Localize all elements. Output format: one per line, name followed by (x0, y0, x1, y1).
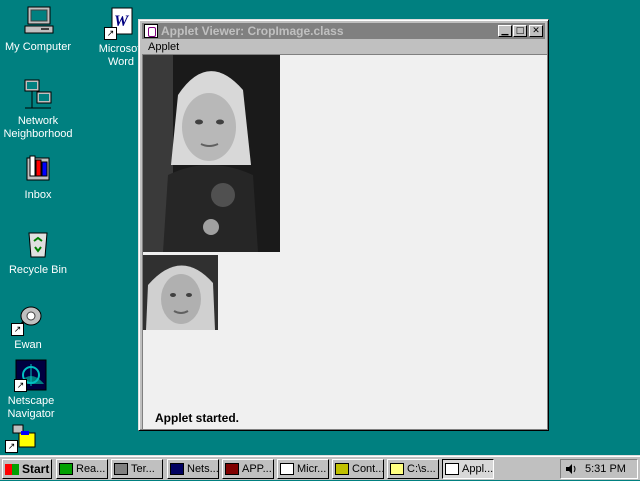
desktop-icon-partial[interactable]: ↗ (2, 423, 42, 456)
desktop-icon-network-neighborhood[interactable]: Network Neighborhood (0, 78, 76, 141)
taskbar: Start Rea... Ter... Nets... APP... Micr.… (0, 455, 640, 480)
maximize-icon: □ (515, 26, 525, 36)
desktop-icon-netscape-navigator[interactable]: ↗ Netscape Navigator (0, 358, 69, 421)
desktop-icon-label: Recycle Bin (8, 264, 68, 276)
taskbar-button-label: APP... (242, 463, 272, 475)
system-tray: 5:31 PM (560, 459, 638, 479)
taskbar-button-label: Appl... (462, 463, 494, 475)
taskbar-button-control-panel[interactable]: Cont... (332, 459, 384, 479)
recycle-bin-icon (21, 227, 55, 261)
close-icon: ✕ (532, 26, 540, 36)
computer-icon (21, 4, 55, 38)
applet-area: Applet started. (142, 54, 547, 429)
speaker-icon[interactable] (565, 463, 577, 475)
applet-viewer-window[interactable]: Applet Viewer: CropImage.class ▁ □ ✕ App… (138, 19, 549, 431)
start-button[interactable]: Start (2, 459, 52, 479)
reader-icon (59, 463, 73, 475)
taskbar-button-microsoft-word[interactable]: Micr... (277, 459, 329, 479)
minimize-button[interactable]: ▁ (498, 25, 512, 37)
desktop-icon-label: My Computer (4, 41, 72, 53)
full-image (143, 55, 280, 252)
taskbar-button-label: Ter... (131, 463, 155, 475)
folder-icon (390, 463, 404, 475)
terminal-icon (114, 463, 128, 475)
app-icon (225, 463, 239, 475)
taskbar-button-folder[interactable]: C:\s... (387, 459, 439, 479)
java-small-icon (445, 463, 459, 475)
window-titlebar[interactable]: Applet Viewer: CropImage.class ▁ □ ✕ (142, 23, 545, 39)
cropped-image (143, 255, 218, 330)
netscape-icon: ↗ (14, 358, 48, 392)
inbox-icon (21, 152, 55, 186)
folder-shortcut-icon: ↗ (5, 423, 39, 453)
desktop-icon-my-computer[interactable]: My Computer (0, 4, 76, 54)
desktop-icon-label: Network Neighborhood (3, 115, 73, 140)
taskbar-button-netscape[interactable]: Nets... (167, 459, 219, 479)
word-small-icon (280, 463, 294, 475)
girl-photo-image (143, 55, 280, 252)
netscape-small-icon (170, 463, 184, 475)
taskbar-button-reader[interactable]: Rea... (56, 459, 108, 479)
taskbar-button-terminal[interactable]: Ter... (111, 459, 163, 479)
shortcut-arrow-icon: ↗ (5, 440, 18, 453)
desktop-icon-label: Netscape Navigator (7, 395, 55, 420)
shortcut-arrow-icon: ↗ (104, 27, 117, 40)
menu-bar: Applet (142, 40, 545, 54)
network-icon (21, 78, 55, 112)
applet-status: Applet started. (155, 411, 240, 425)
close-button[interactable]: ✕ (529, 25, 543, 37)
desktop-icon-ewan[interactable]: ↗ Ewan (0, 302, 66, 352)
taskbar-button-applet[interactable]: Appl... (442, 459, 494, 479)
minimize-icon: ▁ (501, 26, 509, 36)
taskbar-button-label: Nets... (187, 463, 219, 475)
taskbar-button-label: Micr... (297, 463, 327, 475)
word-icon: W ↗ (104, 6, 138, 40)
desktop-icon-recycle-bin[interactable]: Recycle Bin (0, 227, 76, 277)
menu-applet[interactable]: Applet (148, 41, 179, 53)
shortcut-arrow-icon: ↗ (14, 379, 27, 392)
desktop-icon-label: Inbox (24, 189, 52, 201)
maximize-button[interactable]: □ (513, 25, 527, 37)
desktop-icon-label: Ewan (14, 339, 42, 351)
java-app-icon (144, 24, 158, 38)
clock[interactable]: 5:31 PM (585, 460, 626, 478)
desktop-icon-inbox[interactable]: Inbox (0, 152, 76, 202)
taskbar-button-label: Cont... (352, 463, 384, 475)
control-panel-icon (335, 463, 349, 475)
windows-logo-icon (5, 463, 19, 475)
window-title: Applet Viewer: CropImage.class (161, 24, 344, 38)
shortcut-arrow-icon: ↗ (11, 323, 24, 336)
taskbar-button-app[interactable]: APP... (222, 459, 274, 479)
taskbar-button-label: C:\s... (407, 463, 436, 475)
start-label: Start (22, 462, 50, 476)
ewan-icon: ↗ (11, 302, 45, 336)
cropped-face-image (143, 255, 218, 330)
taskbar-button-label: Rea... (76, 463, 106, 475)
